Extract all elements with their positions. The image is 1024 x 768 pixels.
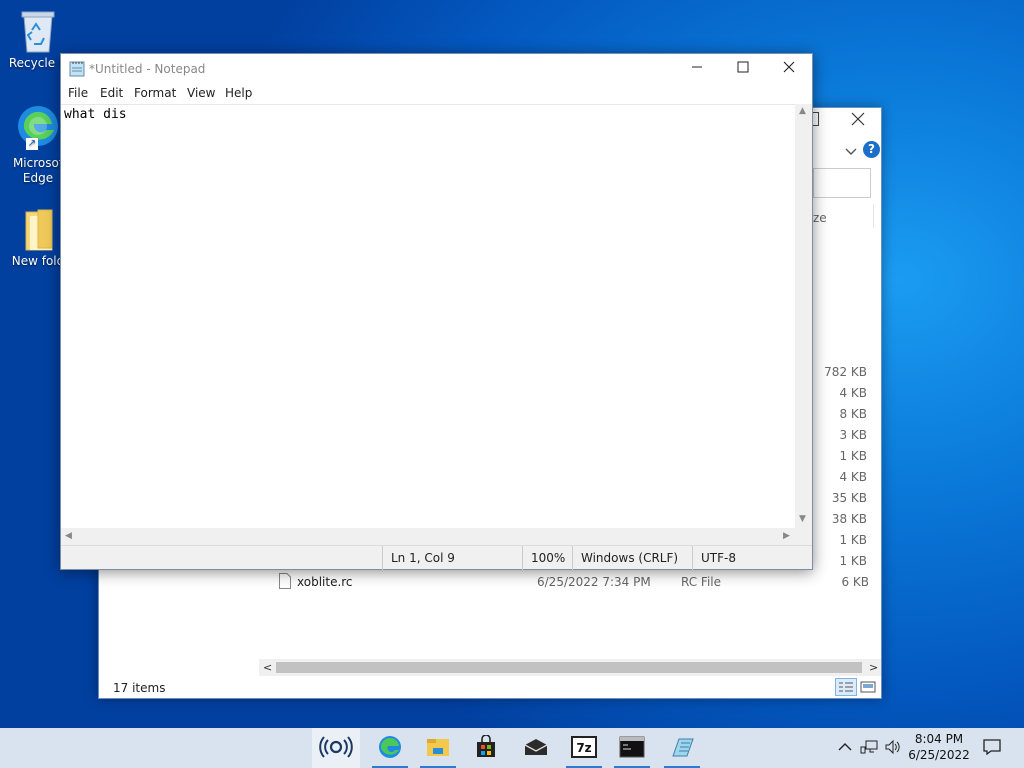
edge-icon: ↗ (16, 104, 60, 154)
folder-icon (18, 208, 58, 252)
7zip-icon: 7z (571, 735, 597, 761)
close-button[interactable] (766, 54, 812, 84)
taskbar-7zip[interactable]: 7z (560, 728, 608, 768)
scroll-right-icon[interactable]: ▶ (783, 531, 790, 541)
item-count: 17 items (113, 681, 166, 695)
scroll-right-icon[interactable]: > (869, 661, 878, 674)
search-input[interactable] (813, 168, 871, 198)
scroll-left-icon[interactable]: < (263, 661, 272, 674)
resize-grip-icon[interactable] (795, 528, 812, 545)
taskbar-store[interactable] (462, 728, 510, 768)
text-editor[interactable]: what dis (61, 104, 795, 528)
encoding: UTF-8 (692, 546, 792, 570)
window-title: *Untitled - Notepad (89, 62, 206, 76)
taskbar: 7z 8:04 PM 6/25/2022 (0, 728, 1024, 768)
store-icon (474, 733, 498, 762)
taskbar-notepad[interactable] (658, 728, 706, 768)
minimize-button[interactable] (674, 54, 720, 84)
file-name: xoblite.rc (297, 575, 353, 589)
file-size: 1 KB (839, 533, 867, 547)
volume-icon[interactable] (884, 739, 902, 758)
recycle-bin-icon (18, 8, 58, 54)
file-size: 3 KB (839, 428, 867, 442)
horizontal-scrollbar[interactable]: ◀ ▶ (61, 528, 795, 545)
column-divider (873, 204, 874, 228)
zoom-level: 100% (522, 546, 572, 570)
menu-format[interactable]: Format (134, 86, 176, 100)
network-icon[interactable] (860, 739, 878, 758)
scroll-left-icon[interactable]: ◀ (65, 531, 72, 541)
horizontal-scrollbar[interactable]: < > (259, 659, 881, 676)
edge-icon (377, 734, 403, 763)
taskbar-mail[interactable] (512, 728, 560, 768)
line-ending: Windows (CRLF) (572, 546, 692, 570)
file-size: 8 KB (839, 407, 867, 421)
file-size: 6 KB (841, 575, 869, 589)
close-button[interactable] (851, 112, 865, 130)
taskbar-terminal[interactable] (608, 728, 656, 768)
status-bar: Ln 1, Col 9 100% Windows (CRLF) UTF-8 (61, 545, 812, 570)
cortana-icon (319, 735, 353, 762)
system-tray (838, 728, 902, 768)
help-icon[interactable]: ? (863, 141, 880, 158)
file-date: 6/25/2022 7:34 PM (537, 575, 651, 589)
chevron-down-icon[interactable] (845, 142, 857, 160)
menu-file[interactable]: File (68, 86, 88, 100)
scrollbar-thumb[interactable] (276, 662, 862, 673)
scroll-up-icon[interactable]: ▲ (799, 106, 806, 116)
svg-text:7z: 7z (576, 741, 591, 755)
file-size: 38 KB (831, 512, 867, 526)
vertical-scrollbar[interactable]: ▲ ▼ (795, 104, 812, 528)
file-type: RC File (681, 575, 722, 589)
details-view-button[interactable] (835, 678, 857, 696)
file-size: 35 KB (831, 491, 867, 505)
cursor-position: Ln 1, Col 9 (382, 546, 522, 570)
file-size: 1 KB (839, 554, 867, 568)
file-icon (279, 573, 291, 592)
file-size: 1 KB (839, 449, 867, 463)
desktop-icon-label: Microsof Edge (12, 156, 64, 185)
menu-view[interactable]: View (187, 86, 215, 100)
scroll-down-icon[interactable]: ▼ (799, 514, 806, 524)
mail-icon (523, 737, 549, 760)
taskbar-cortana[interactable] (312, 728, 360, 768)
taskbar-edge[interactable] (366, 728, 414, 768)
column-header-size[interactable]: ze (813, 211, 827, 225)
file-size: 4 KB (839, 470, 867, 484)
notifications-button[interactable] (980, 728, 1004, 768)
clock-date: 6/25/2022 (908, 748, 970, 762)
file-size: 782 KB (824, 365, 867, 379)
table-row[interactable]: xoblite.rc 6/25/2022 7:34 PM RC File 6 K… (99, 573, 881, 593)
chevron-up-icon[interactable] (838, 741, 852, 755)
notepad-icon (69, 61, 85, 80)
maximize-button[interactable] (720, 54, 766, 84)
clock[interactable]: 8:04 PM 6/25/2022 (908, 731, 970, 763)
title-bar[interactable]: *Untitled - Notepad (61, 54, 812, 84)
notepad-window: *Untitled - Notepad File Edit Format Vie… (60, 53, 813, 570)
clock-time: 8:04 PM (914, 732, 964, 746)
shortcut-arrow-icon: ↗ (26, 138, 38, 150)
taskbar-file-explorer[interactable] (414, 728, 462, 768)
menu-bar: File Edit Format View Help (61, 84, 812, 104)
file-explorer-icon (425, 736, 451, 761)
large-icons-view-button[interactable] (859, 679, 877, 695)
file-size: 4 KB (839, 386, 867, 400)
notepad-icon (669, 736, 695, 761)
notification-icon (983, 738, 1001, 758)
menu-edit[interactable]: Edit (100, 86, 123, 100)
menu-help[interactable]: Help (225, 86, 252, 100)
terminal-icon (619, 736, 645, 761)
